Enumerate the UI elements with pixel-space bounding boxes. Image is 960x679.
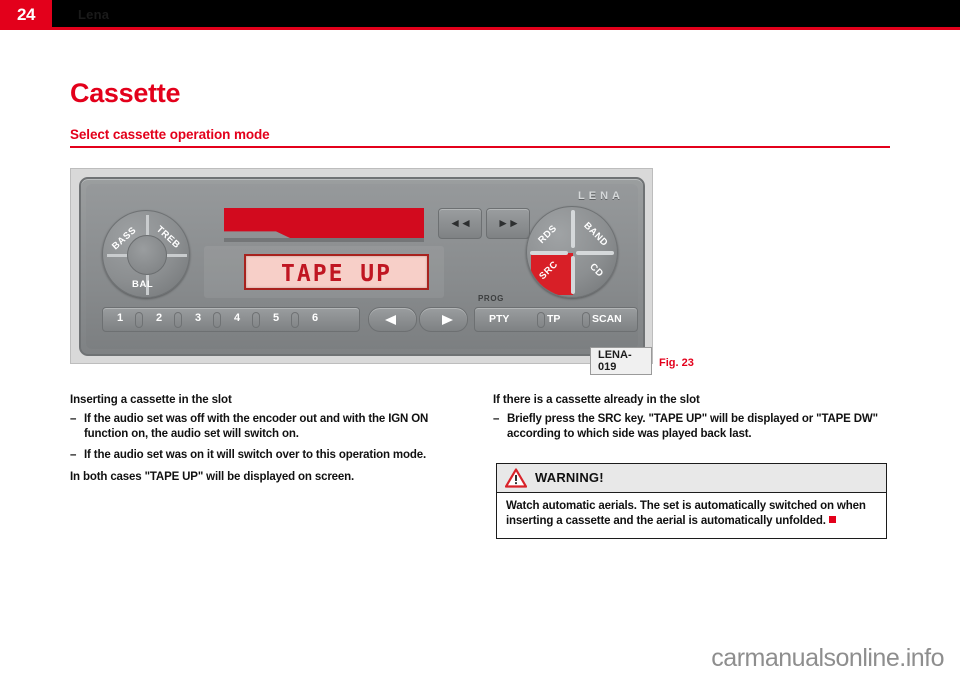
preset-button-2[interactable]: 2 [144,312,174,324]
knob-spoke-north-icon [146,215,149,235]
preset-separator-icon [213,312,221,328]
lcd-display: TAPE UP [244,254,429,290]
preset-separator-icon [252,312,260,328]
function-button-row[interactable]: PTY TP SCAN [474,307,638,332]
tape-direction-right-button[interactable] [419,307,468,332]
source-knob-spoke-south-icon [571,256,575,294]
function-separator-icon [537,312,545,328]
prog-label: PROG [478,294,504,303]
source-label-cd[interactable]: CD [587,261,605,279]
source-label-rds[interactable]: RDS [536,223,559,246]
radio-faceplate: LENA BASS TREB BAL ◄◄ ►► TAPE UP 1 2 3 4… [86,184,638,349]
cassette-slot-face [224,208,424,238]
triangle-left-icon [385,315,396,325]
tape-direction-left-button[interactable] [368,307,417,332]
scan-button[interactable]: SCAN [592,313,622,325]
source-knob-spoke-north-icon [571,210,575,248]
radio-brand-label: LENA [578,190,624,202]
lcd-display-text: TAPE UP [281,261,392,287]
left-column-heading: Inserting a cassette in the slot [70,394,232,406]
tape-direction-buttons[interactable] [368,307,468,332]
triangle-right-icon [442,315,453,325]
pty-button[interactable]: PTY [489,313,509,325]
knob-label-bal: BAL [132,279,154,290]
car-radio-unit: LENA BASS TREB BAL ◄◄ ►► TAPE UP 1 2 3 4… [79,177,645,356]
warning-header: WARNING! [497,464,886,493]
source-knob-spoke-west-icon [530,251,568,255]
subtitle-rule [70,146,890,148]
fast-forward-button[interactable]: ►► [486,208,530,239]
warning-body: Watch automatic aerials. The set is auto… [497,493,886,529]
page-title: Cassette [70,78,181,108]
left-bullet-2: If the audio set was on it will switch o… [70,448,470,463]
header-red-rule [0,27,960,30]
warning-title: WARNING! [535,470,604,485]
section-subtitle: Select cassette operation mode [70,127,270,142]
source-selector-knob[interactable]: RDS BAND SRC CD [526,206,618,298]
rewind-button[interactable]: ◄◄ [438,208,482,239]
radio-figure: LENA BASS TREB BAL ◄◄ ►► TAPE UP 1 2 3 4… [70,168,653,375]
preset-button-row[interactable]: 1 2 3 4 5 6 [102,307,360,332]
source-label-band[interactable]: BAND [581,220,610,249]
right-column-heading: If there is a cassette already in the sl… [493,394,700,406]
site-watermark: carmanualsonline.info [711,644,944,672]
warning-triangle-icon [505,468,527,488]
page-header-bar: 24 Lena [0,0,960,27]
preset-button-3[interactable]: 3 [183,312,213,324]
tp-button[interactable]: TP [547,313,560,325]
preset-button-6[interactable]: 6 [300,312,330,324]
figure-code-badge: LENA-019 [590,347,652,375]
knob-spoke-east-icon [167,254,187,257]
warning-box: WARNING! Watch automatic aerials. The se… [496,463,887,539]
header-title: Lena [78,7,110,22]
left-text-column: Inserting a cassette in the slot If the … [70,394,470,484]
preset-button-1[interactable]: 1 [105,312,135,324]
right-bullet-1: Briefly press the SRC key. "TAPE UP" wil… [493,412,890,441]
preset-separator-icon [174,312,182,328]
knob-hub[interactable] [127,235,167,275]
tone-balance-knob[interactable]: BASS TREB BAL [102,210,190,298]
cassette-slot-shadow [224,238,424,242]
page-number: 24 [17,5,35,24]
knob-spoke-west-icon [107,254,127,257]
preset-button-5[interactable]: 5 [261,312,291,324]
preset-separator-icon [291,312,299,328]
preset-separator-icon [135,312,143,328]
left-bullet-1: If the audio set was off with the encode… [70,412,470,441]
end-of-section-marker [828,516,836,523]
preset-button-4[interactable]: 4 [222,312,252,324]
right-text-column: If there is a cassette already in the sl… [493,394,890,448]
function-separator-icon [582,312,590,328]
cassette-slot[interactable] [224,208,424,238]
figure-number-label: Fig. 23 [659,357,694,369]
source-knob-spoke-east-icon [576,251,614,255]
warning-text: Watch automatic aerials. The set is auto… [506,500,866,527]
left-paragraph: In both cases "TAPE UP" will be displaye… [70,470,355,483]
